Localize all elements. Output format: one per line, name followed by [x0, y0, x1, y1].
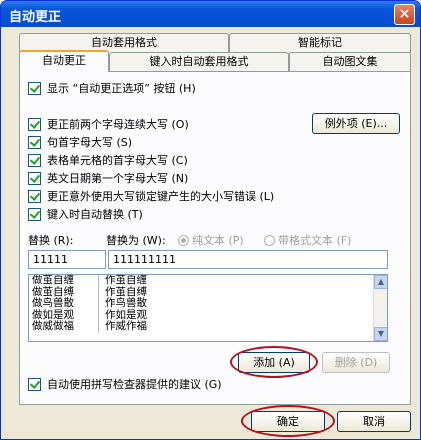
checkbox-label: 自动使用拼写检查器提供的建议 (G)	[47, 378, 222, 391]
replacement-list[interactable]: 做茧自缠 作茧自缠 做茧自缚 作茧自缚 做鸟兽散 作鸟兽散 做如是观 作如是观 …	[28, 274, 388, 342]
radio-selected-icon[interactable]	[178, 235, 189, 246]
scroll-up-icon[interactable]: ▲	[374, 275, 387, 289]
two-initial-caps-checkbox[interactable]: 更正前两个字母连续大写 (O)	[28, 116, 189, 132]
checkbox-label: 句首字母大写 (S)	[47, 136, 133, 149]
tab-autoformat-as-you-type[interactable]: 键入时自动套用格式	[109, 52, 289, 72]
entry-from: 做茧自缠	[29, 275, 99, 287]
autocorrect-panel: 显示 “自动更正选项” 按钮 (H) 更正前两个字母连续大写 (O) 例外项 (…	[19, 71, 411, 405]
checkbox-checked-icon[interactable]	[28, 189, 41, 203]
tab-label: 自动套用格式	[91, 36, 157, 49]
exceptions-button[interactable]: 例外项 (E)...	[312, 113, 400, 134]
replace-with-input[interactable]: 111111111	[108, 250, 388, 269]
replace-input[interactable]: 11111	[28, 250, 106, 269]
checkbox-label: 更正前两个字母连续大写 (O)	[47, 118, 189, 131]
checkbox-label: 更正意外使用大写锁定键产生的大小写错误 (L)	[47, 190, 275, 203]
entry-to: 作鸟兽散	[105, 297, 147, 309]
list-item[interactable]: 做茧自缚 作茧自缚	[29, 286, 387, 298]
entry-from: 做威做福	[29, 321, 99, 333]
list-item[interactable]: 做威做福 作威作福	[29, 321, 387, 333]
title-bar: 自动更正 ×	[1, 1, 420, 27]
autocorrect-dialog: 自动更正 × 自动套用格式 智能标记 自动更正 键入时自动套用格式 自动图文集 …	[0, 0, 421, 440]
scroll-down-icon[interactable]: ▼	[374, 327, 387, 341]
list-item[interactable]: 做鸟兽散 作鸟兽散	[29, 298, 387, 310]
capitalize-table-cells-checkbox[interactable]: 表格单元格的首字母大写 (C)	[28, 152, 188, 168]
close-icon[interactable]: ×	[394, 4, 415, 25]
checkbox-checked-icon[interactable]	[28, 153, 41, 167]
replace-label: 替换 (R):	[28, 234, 74, 247]
tab-autotext[interactable]: 自动图文集	[289, 52, 411, 72]
use-spellchecker-checkbox[interactable]: 自动使用拼写检查器提供的建议 (G)	[28, 376, 222, 392]
list-item[interactable]: 做如是观 作如是观	[29, 309, 387, 321]
entry-to: 作威作福	[105, 320, 147, 332]
caps-lock-checkbox[interactable]: 更正意外使用大写锁定键产生的大小写错误 (L)	[28, 188, 274, 204]
show-buttons-checkbox[interactable]: 显示 “自动更正选项” 按钮 (H)	[28, 80, 196, 96]
replace-as-you-type-checkbox[interactable]: 键入时自动替换 (T)	[28, 206, 143, 222]
tab-label: 键入时自动套用格式	[149, 55, 249, 68]
radio-icon[interactable]	[264, 235, 275, 246]
tab-label: 智能标记	[298, 36, 342, 49]
entry-from: 做鸟兽散	[29, 298, 99, 310]
capitalize-sentences-checkbox[interactable]: 句首字母大写 (S)	[28, 134, 132, 150]
checkbox-checked-icon[interactable]	[28, 207, 41, 221]
checkbox-checked-icon[interactable]	[28, 117, 41, 131]
tab-label: 自动更正	[42, 54, 86, 67]
capitalize-days-checkbox[interactable]: 英文日期第一个字母大写 (N)	[28, 170, 188, 186]
radio-label: 纯文本 (P)	[192, 234, 244, 247]
checkbox-label: 键入时自动替换 (T)	[47, 208, 143, 221]
tab-smart-tags[interactable]: 智能标记	[229, 33, 411, 53]
checkbox-label: 表格单元格的首字母大写 (C)	[47, 154, 188, 167]
tab-autocorrect[interactable]: 自动更正	[19, 50, 109, 72]
checkbox-checked-icon[interactable]	[28, 81, 41, 95]
list-scrollbar[interactable]: ▲ ▼	[373, 275, 387, 341]
formatted-text-radio[interactable]: 带格式文本 (F)	[264, 232, 351, 248]
checkbox-checked-icon[interactable]	[28, 135, 41, 149]
list-item[interactable]: 做茧自缠 作茧自缠	[29, 275, 387, 287]
checkbox-label: 英文日期第一个字母大写 (N)	[47, 172, 189, 185]
entry-to: 作茧自缠	[105, 274, 147, 286]
tab-label: 自动图文集	[322, 55, 378, 68]
checkbox-label: 显示 “自动更正选项” 按钮 (H)	[47, 82, 196, 95]
delete-button[interactable]: 删除 (D)	[322, 352, 390, 373]
highlight-circle	[241, 405, 335, 437]
highlight-circle	[230, 346, 318, 378]
radio-label: 带格式文本 (F)	[278, 234, 352, 247]
plain-text-radio[interactable]: 纯文本 (P)	[178, 232, 244, 248]
cancel-button[interactable]: 取消	[337, 411, 411, 432]
checkbox-checked-icon[interactable]	[28, 171, 41, 185]
window-title: 自动更正	[9, 10, 62, 25]
checkbox-checked-icon[interactable]	[28, 377, 41, 391]
with-label: 替换为 (W):	[106, 234, 166, 247]
